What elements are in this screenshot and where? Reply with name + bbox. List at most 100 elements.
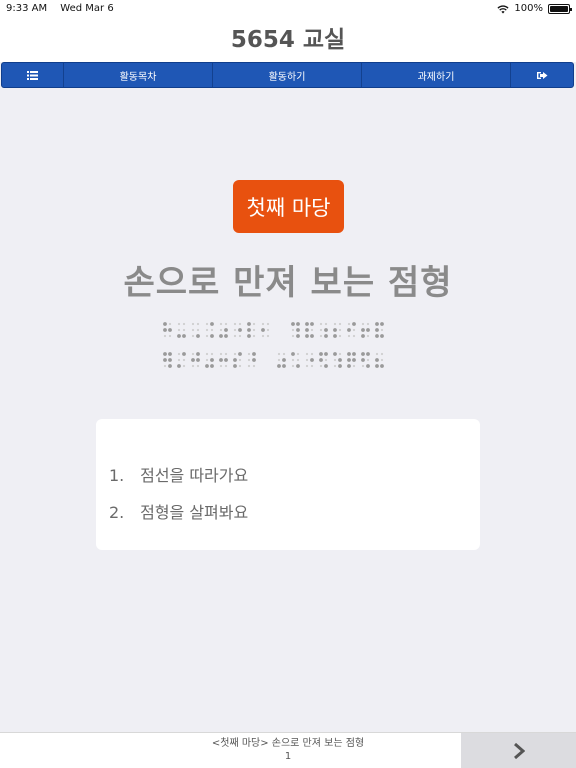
braille-dot (282, 358, 286, 362)
braille-dot (247, 334, 251, 338)
braille-dot (219, 352, 223, 356)
braille-dot (366, 352, 370, 356)
braille-dot (196, 322, 200, 326)
braille-dot (333, 328, 337, 332)
braille-dot (233, 322, 237, 326)
braille-dot (261, 328, 265, 332)
braille-dot (247, 322, 251, 326)
braille-dot (333, 322, 337, 326)
braille-dot (196, 364, 200, 368)
braille-dot (361, 322, 365, 326)
braille-dot (252, 364, 256, 368)
braille-dot (191, 358, 195, 362)
braille-dot (233, 352, 237, 356)
braille-dot (380, 358, 384, 362)
braille-dot (261, 322, 265, 326)
braille-dot (219, 328, 223, 332)
braille-dot (238, 358, 242, 362)
braille-dot (168, 322, 172, 326)
braille-dot (310, 322, 314, 326)
activity-item-1[interactable]: 1. 점선을 따라가요 (109, 462, 248, 486)
braille-dot (163, 334, 167, 338)
braille-dot (210, 352, 214, 356)
braille-dot (247, 364, 251, 368)
braille-dot (266, 328, 270, 332)
braille-dot (177, 322, 181, 326)
braille-dot (352, 352, 356, 356)
braille-dot (238, 364, 242, 368)
braille-dot (196, 352, 200, 356)
braille-dot (210, 322, 214, 326)
braille-dot (177, 364, 181, 368)
braille-dot (333, 364, 337, 368)
braille-dot (282, 352, 286, 356)
tab-task[interactable]: 과제하기 (362, 63, 511, 87)
braille-dot (305, 352, 309, 356)
braille-dot (205, 358, 209, 362)
braille-dot (352, 334, 356, 338)
braille-dot (310, 334, 314, 338)
braille-dot (238, 352, 242, 356)
footer-breadcrumb: <첫째 마당> 손으로 만져 보는 점형 (211, 738, 365, 749)
braille-line-2 (0, 350, 576, 376)
tab-table-of-contents[interactable]: 활동목차 (64, 63, 213, 87)
braille-dot (177, 328, 181, 332)
braille-dot (310, 352, 314, 356)
braille-dot (347, 352, 351, 356)
braille-dot (291, 364, 295, 368)
braille-dot (380, 334, 384, 338)
braille-dot (233, 334, 237, 338)
braille-dot (277, 364, 281, 368)
braille-dot (296, 322, 300, 326)
braille-dot (205, 364, 209, 368)
braille-dot (196, 358, 200, 362)
braille-dot (210, 364, 214, 368)
braille-dot (338, 358, 342, 362)
braille-dot (252, 328, 256, 332)
braille-dot (305, 322, 309, 326)
braille-dot (224, 364, 228, 368)
braille-dot (338, 334, 342, 338)
braille-dot (366, 334, 370, 338)
braille-dot (380, 328, 384, 332)
braille-dot (177, 358, 181, 362)
braille-dot (347, 334, 351, 338)
braille-dot (210, 328, 214, 332)
braille-dot (375, 358, 379, 362)
braille-dot (205, 322, 209, 326)
braille-dot (338, 364, 342, 368)
braille-dot (352, 364, 356, 368)
braille-dot (324, 334, 328, 338)
braille-dot (319, 358, 323, 362)
menu-button[interactable] (2, 63, 64, 87)
battery-percent: 100% (514, 3, 543, 14)
braille-dot (352, 328, 356, 332)
battery-icon (548, 3, 572, 14)
braille-dot (224, 334, 228, 338)
braille-dot (277, 352, 281, 356)
braille-dot (177, 334, 181, 338)
braille-dot (291, 334, 295, 338)
braille-dot (219, 322, 223, 326)
braille-dot (347, 328, 351, 332)
braille-dot (380, 352, 384, 356)
braille-dot (177, 352, 181, 356)
tab-activity[interactable]: 활동하기 (213, 63, 362, 87)
activity-item-number: 2. (109, 503, 125, 522)
braille-dot (224, 358, 228, 362)
braille-dot (291, 358, 295, 362)
braille-dot (305, 364, 309, 368)
exit-button[interactable] (511, 63, 573, 87)
braille-dot (352, 358, 356, 362)
braille-dot (310, 328, 314, 332)
braille-dot (238, 334, 242, 338)
braille-dot (205, 328, 209, 332)
braille-dot (168, 334, 172, 338)
braille-dot (247, 358, 251, 362)
braille-dot (375, 334, 379, 338)
activity-item-2[interactable]: 2. 점형을 살펴봐요 (109, 499, 248, 523)
braille-dot (233, 358, 237, 362)
braille-dot (196, 328, 200, 332)
braille-dot (191, 334, 195, 338)
next-page-button[interactable] (461, 733, 576, 768)
